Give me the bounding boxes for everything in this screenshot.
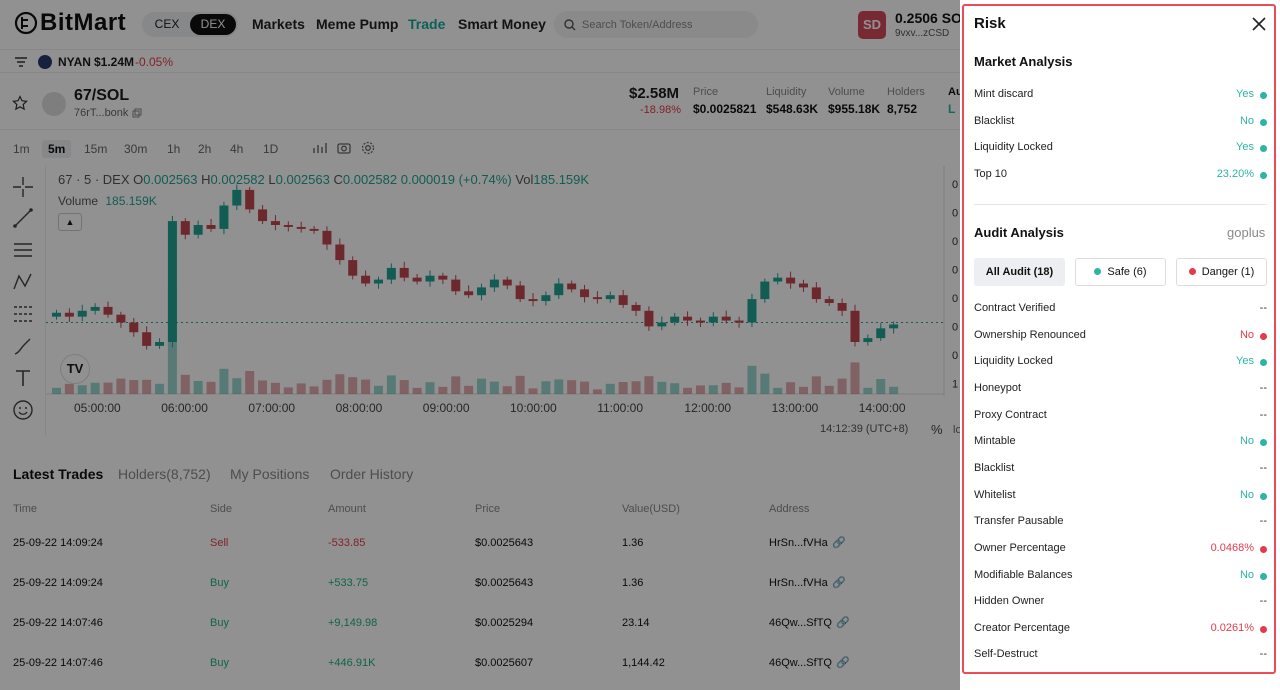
status-dot-icon [1260,625,1267,633]
risk-value: -- [1259,595,1267,608]
risk-label: Liquidity Locked [974,355,1053,368]
filter-label: Danger (1) [1201,266,1255,278]
safe-dot-icon [1094,268,1102,275]
filter-safe[interactable]: Safe (6) [1075,258,1166,286]
risk-label: Blacklist [974,461,1015,474]
filter-all-audit[interactable]: All Audit (18) [974,258,1065,286]
risk-row: Hidden Owner -- [974,592,1267,612]
status-dot-icon [1260,492,1267,500]
risk-label: Self-Destruct [974,648,1038,661]
risk-value: Yes [1236,141,1254,154]
filter-danger[interactable]: Danger (1) [1176,258,1267,286]
risk-label: Hidden Owner [974,595,1045,608]
risk-value: 23.20% [1216,168,1254,181]
risk-row: Liquidity Locked Yes [974,352,1267,372]
filter-label: All Audit (18) [985,266,1054,278]
risk-row: Proxy Contract -- [974,406,1267,426]
risk-label: Proxy Contract [974,408,1047,421]
section-divider [974,204,1267,205]
risk-label: Transfer Pausable [974,515,1064,528]
risk-label: Owner Percentage [974,541,1066,554]
risk-row: Ownership Renounced No [974,326,1267,346]
risk-label: Mintable [974,435,1016,448]
risk-label: Honeypot [974,381,1022,394]
risk-label: Top 10 [974,168,1008,181]
risk-label: Whitelist [974,488,1016,501]
risk-row: Mint discard Yes [974,85,1267,105]
status-dot-icon [1260,332,1267,340]
filter-label: Safe (6) [1107,266,1147,278]
risk-title: Risk [974,15,1006,32]
risk-label: Liquidity Locked [974,141,1053,154]
status-dot-icon [1260,545,1267,553]
risk-value: -- [1259,302,1267,314]
risk-value: No [1239,435,1254,448]
risk-row: Contract Verified -- [974,299,1267,319]
risk-value: Yes [1236,355,1254,368]
risk-row: Liquidity Locked Yes [974,138,1267,158]
status-dot-icon [1260,145,1267,153]
risk-row: Owner Percentage 0.0468% [974,539,1267,559]
risk-row: Top 10 23.20% [974,165,1267,185]
risk-label: Mint discard [974,88,1034,100]
risk-row: Honeypot -- [974,379,1267,399]
risk-value: No [1239,568,1254,581]
risk-value: 0.0261% [1210,621,1254,634]
risk-label: Contract Verified [974,302,1056,314]
status-dot-icon [1260,172,1267,180]
risk-row: Mintable No [974,432,1267,452]
risk-value: -- [1259,408,1267,421]
risk-label: Creator Percentage [974,621,1070,634]
risk-row: Self-Destruct -- [974,645,1267,665]
modal-backdrop[interactable] [0,0,960,690]
close-icon[interactable] [1250,15,1268,33]
risk-value: No [1239,488,1254,501]
risk-row: Blacklist -- [974,459,1267,479]
risk-value: -- [1259,381,1267,394]
status-dot-icon [1260,572,1267,580]
risk-value: 0.0468% [1210,541,1254,554]
status-dot-icon [1260,439,1267,447]
danger-dot-icon [1188,268,1196,275]
risk-row: Creator Percentage 0.0261% [974,619,1267,639]
risk-value: -- [1259,648,1267,661]
risk-value: No [1239,114,1254,127]
status-dot-icon [1260,359,1267,367]
audit-analysis-title: Audit Analysis [974,225,1064,240]
audit-source: goplus [1227,225,1266,240]
risk-value: -- [1259,461,1267,474]
risk-row: Blacklist No [974,112,1267,132]
risk-value: -- [1259,515,1267,528]
risk-value: No [1239,328,1254,341]
status-dot-icon [1260,92,1267,99]
risk-row: Whitelist No [974,486,1267,506]
risk-row: Transfer Pausable -- [974,512,1267,532]
risk-label: Ownership Renounced [974,328,1086,341]
risk-label: Blacklist [974,114,1015,127]
market-analysis-title: Market Analysis [974,54,1073,69]
risk-label: Modifiable Balances [974,568,1073,581]
risk-value: Yes [1236,88,1254,100]
risk-row: Modifiable Balances No [974,566,1267,586]
status-dot-icon [1260,118,1267,126]
